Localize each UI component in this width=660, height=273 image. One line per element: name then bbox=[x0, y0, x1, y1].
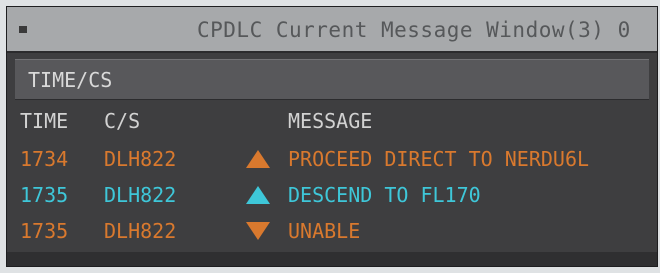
cpdlc-message-window: CPDLC Current Message Window(3) 0 TIME/C… bbox=[6, 6, 658, 267]
column-header-time[interactable]: TIME bbox=[20, 108, 68, 134]
message-callsign: DLH822 bbox=[104, 147, 177, 171]
message-list: 1734 DLH822 PROCEED DIRECT TO NERDU6L 17… bbox=[7, 142, 657, 250]
triangle-up-icon bbox=[246, 186, 270, 204]
message-callsign: DLH822 bbox=[104, 183, 177, 207]
title-bar[interactable]: CPDLC Current Message Window(3) 0 bbox=[7, 7, 657, 53]
message-text: DESCEND TO FL170 bbox=[288, 183, 481, 207]
message-row[interactable]: 1735 DLH822 UNABLE bbox=[7, 214, 657, 250]
message-time: 1735 bbox=[20, 183, 69, 207]
message-time: 1735 bbox=[20, 219, 69, 243]
message-row[interactable]: 1734 DLH822 PROCEED DIRECT TO NERDU6L bbox=[7, 142, 657, 178]
column-header-cs[interactable]: C/S bbox=[104, 108, 140, 134]
triangle-down-icon bbox=[246, 222, 270, 240]
message-callsign: DLH822 bbox=[104, 219, 177, 243]
column-header-message[interactable]: MESSAGE bbox=[288, 108, 372, 134]
column-headers: TIME C/S MESSAGE bbox=[7, 108, 657, 136]
message-text: UNABLE bbox=[288, 219, 361, 243]
triangle-up-icon bbox=[246, 150, 270, 168]
message-row[interactable]: 1735 DLH822 DESCEND TO FL170 bbox=[7, 178, 657, 214]
window-title: CPDLC Current Message Window(3) 0 bbox=[197, 18, 631, 42]
window-menu-icon[interactable] bbox=[19, 26, 27, 33]
sort-header-label: TIME/CS bbox=[28, 68, 113, 92]
window-bottom-edge bbox=[7, 252, 657, 266]
message-text: PROCEED DIRECT TO NERDU6L bbox=[288, 147, 590, 171]
message-time: 1734 bbox=[20, 147, 69, 171]
sort-header[interactable]: TIME/CS bbox=[15, 59, 649, 100]
